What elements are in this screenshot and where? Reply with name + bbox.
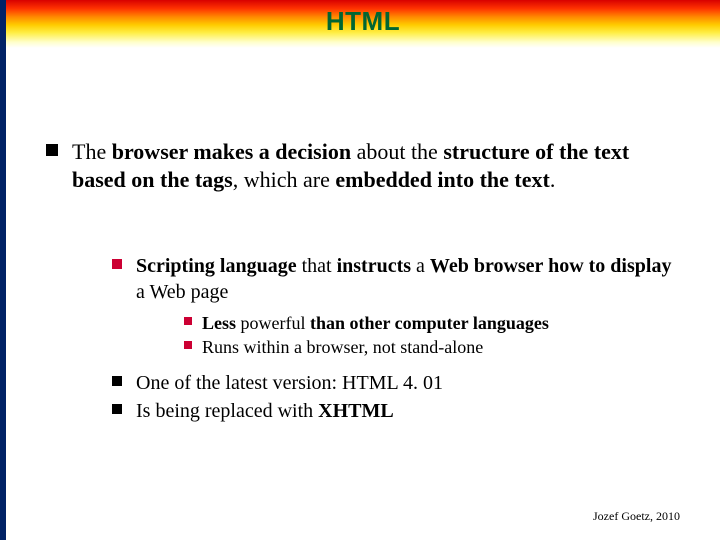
square-bullet-icon xyxy=(184,341,192,349)
bullet-level1: The browser makes a decision about the s… xyxy=(46,138,680,193)
bullet-level3-text: Less powerful than other computer langua… xyxy=(202,313,549,333)
bullet-level2-text: Scripting language that instructs a Web … xyxy=(136,255,671,303)
bullet-level2-text: One of the latest version: HTML 4. 01 xyxy=(136,372,443,394)
bullet-level3-text: Runs within a browser, not stand-alone xyxy=(202,337,483,357)
bullet-level3: Less powerful than other computer langua… xyxy=(184,311,680,335)
slide-content: The browser makes a decision about the s… xyxy=(6,48,720,540)
slide-title: HTML xyxy=(6,6,720,37)
bullet-level2: One of the latest version: HTML 4. 01 xyxy=(112,370,680,396)
bullet-level2: Is being replaced with XHTML xyxy=(112,398,680,424)
square-bullet-icon xyxy=(184,317,192,325)
bullet-level3-group: Less powerful than other computer langua… xyxy=(136,311,680,360)
title-gradient-band: HTML xyxy=(6,0,720,48)
square-bullet-icon xyxy=(112,376,122,386)
bullet-level3: Runs within a browser, not stand-alone xyxy=(184,335,680,359)
slide-footer: Jozef Goetz, 2010 xyxy=(593,509,680,524)
square-bullet-icon xyxy=(112,404,122,414)
square-bullet-icon xyxy=(46,144,58,156)
square-bullet-icon xyxy=(112,259,122,269)
bullet-level1-text: The browser makes a decision about the s… xyxy=(72,139,629,192)
sub-bullets: Scripting language that instructs a Web … xyxy=(46,253,680,424)
bullet-level2-text: Is being replaced with XHTML xyxy=(136,400,394,422)
bullet-level2: Scripting language that instructs a Web … xyxy=(112,253,680,360)
